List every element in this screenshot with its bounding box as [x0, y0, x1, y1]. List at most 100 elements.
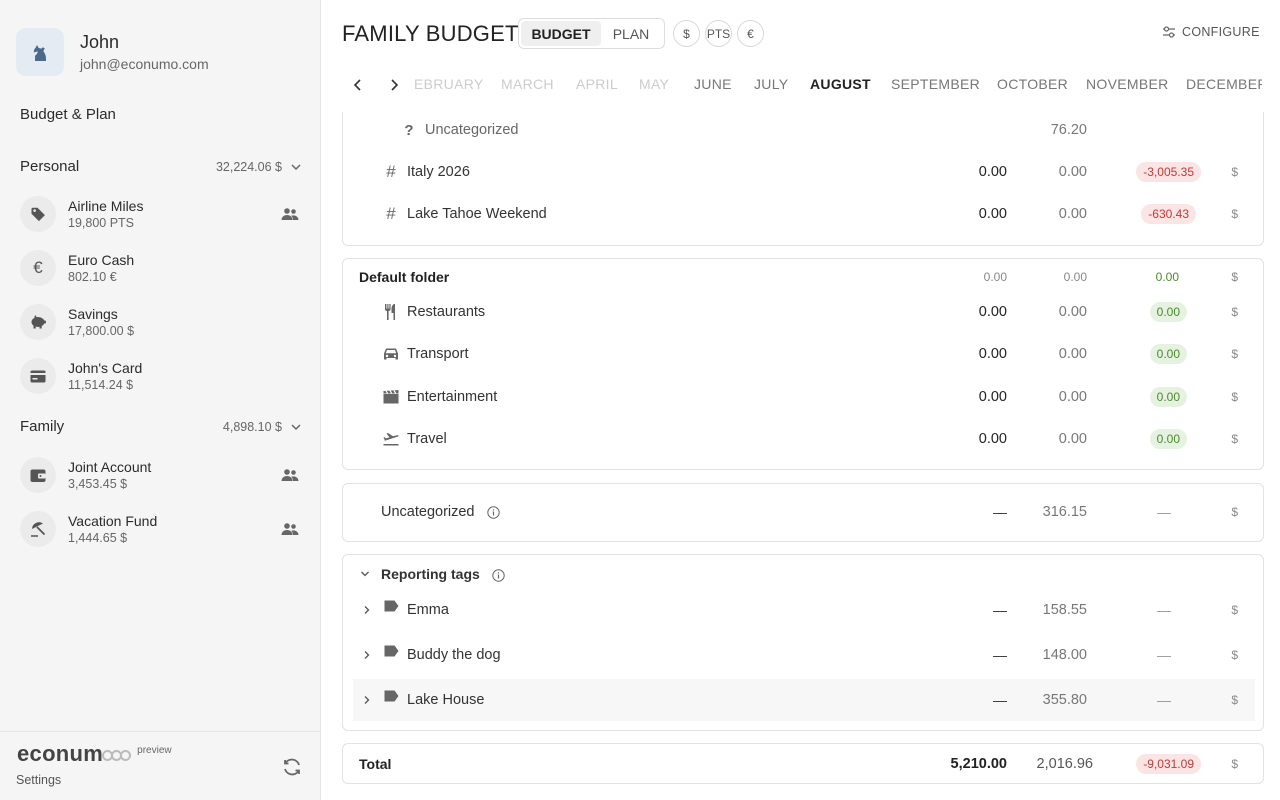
month-march[interactable]: MARCH [501, 76, 554, 92]
default-folder-card: Default folder 0.00 0.00 0.00 $ Restaura… [342, 258, 1264, 470]
account-group-family[interactable]: Family 4,898.10 $ [20, 418, 302, 435]
user-email: john@econumo.com [80, 56, 209, 72]
row-label: Entertainment [407, 389, 498, 405]
preview-label: preview [137, 745, 172, 756]
budget-plan-link[interactable]: Budget & Plan [20, 106, 116, 123]
refresh-button[interactable] [280, 755, 304, 779]
category-row-entertainment[interactable]: Entertainment 0.00 0.00 0.00 $ [343, 385, 1263, 409]
user-profile[interactable]: John john@econumo.com [16, 28, 209, 76]
mode-plan-button[interactable]: PLAN [601, 21, 661, 46]
currency-usd-button[interactable]: $ [673, 20, 700, 47]
account-euro-cash[interactable]: € Euro Cash 802.10 € [20, 246, 302, 290]
group-total: 32,224.06 $ [215, 159, 282, 174]
row-label: Restaurants [407, 304, 486, 320]
reporting-tag-row-emma[interactable]: Emma — 158.55 — $ [343, 598, 1263, 622]
info-icon[interactable] [486, 505, 500, 519]
month-february[interactable]: EBRUARY [414, 76, 484, 92]
available-badge: 0.00 [1149, 387, 1187, 407]
uncategorized-row[interactable]: Uncategorized — 316.15 — $ [343, 500, 1263, 524]
category-row-restaurants[interactable]: Restaurants 0.00 0.00 0.00 $ [343, 300, 1263, 324]
chess-knight-icon [33, 45, 46, 61]
month-april[interactable]: APRIL [576, 76, 618, 92]
page-title: FAMILY BUDGET [342, 21, 519, 46]
reporting-tags-header[interactable]: Reporting tags [343, 562, 1263, 586]
folder-title: Default folder [359, 269, 450, 285]
month-june[interactable]: JUNE [694, 76, 732, 92]
currency-eur-button[interactable]: € [737, 20, 764, 47]
shared-users-icon [281, 208, 299, 220]
spent-value: 76.20 [1050, 122, 1087, 138]
account-joint-account[interactable]: Joint Account 3,453.45 $ [20, 453, 302, 497]
refresh-icon [284, 758, 300, 776]
currency-label: $ [1231, 207, 1238, 221]
account-name: Euro Cash [68, 251, 135, 268]
available-value: — [1157, 602, 1171, 618]
month-may[interactable]: MAY [639, 76, 669, 92]
month-july[interactable]: JULY [754, 76, 788, 92]
account-group-personal[interactable]: Personal 32,224.06 $ [20, 158, 302, 175]
row-label: Buddy the dog [407, 647, 501, 663]
month-strip: EBRUARY MARCH APRIL MAY JUNE JULY AUGUST… [410, 76, 1262, 94]
currency-label: $ [1231, 432, 1238, 446]
category-row-transport[interactable]: Transport 0.00 0.00 0.00 $ [343, 342, 1263, 366]
budget-value[interactable]: 0.00 [979, 304, 1007, 320]
shared-users-icon [281, 469, 299, 481]
info-icon[interactable] [491, 569, 505, 582]
available-value: — [1157, 504, 1171, 520]
euro-icon: € [33, 258, 43, 277]
month-november[interactable]: NOVEMBER [1086, 76, 1169, 92]
next-month-button[interactable] [382, 75, 406, 95]
total-available-badge: -9,031.09 [1136, 754, 1201, 774]
chevron-right-icon[interactable] [361, 604, 373, 616]
configure-button[interactable]: CONFIGURE [1162, 25, 1260, 39]
reporting-tag-row-lake-house[interactable]: Lake House — 355.80 — $ [343, 688, 1263, 712]
car-icon [384, 348, 398, 360]
budget-value[interactable]: 0.00 [979, 206, 1007, 222]
currency-pts-button[interactable]: PTS [705, 20, 732, 47]
spent-value: 316.15 [1042, 504, 1087, 520]
app-logo: econum preview [17, 742, 172, 766]
row-label: Uncategorized [425, 122, 519, 138]
settings-link[interactable]: Settings [16, 773, 61, 787]
budget-value[interactable]: 0.00 [979, 389, 1007, 405]
currency-label: $ [1231, 505, 1238, 519]
reporting-tags-card: Reporting tags Emma — 158.55 — $ Buddy t… [342, 554, 1264, 731]
budget-value[interactable]: 0.00 [979, 431, 1007, 447]
mode-budget-button[interactable]: BUDGET [521, 21, 601, 46]
budget-value: — [993, 647, 1007, 663]
chevron-right-icon [391, 79, 399, 91]
available-value: — [1157, 647, 1171, 663]
category-row-uncategorized[interactable]: ? Uncategorized 76.20 [343, 118, 1263, 142]
month-september[interactable]: SEPTEMBER [891, 76, 980, 92]
budget-value[interactable]: 0.00 [979, 164, 1007, 180]
total-row: Total 5,210.00 2,016.96 -9,031.09 $ [343, 752, 1263, 776]
chevron-down-icon[interactable] [359, 568, 371, 580]
chevron-right-icon[interactable] [361, 649, 373, 661]
budget-value: — [993, 504, 1007, 520]
account-vacation-fund[interactable]: Vacation Fund 1,444.65 $ [20, 507, 302, 551]
group-name: Personal [20, 158, 80, 175]
chevron-right-icon[interactable] [361, 694, 373, 706]
account-johns-card[interactable]: John's Card 11,514.24 $ [20, 354, 302, 398]
month-october[interactable]: OCTOBER [997, 76, 1068, 92]
prev-month-button[interactable] [346, 75, 370, 95]
account-airline-miles[interactable]: Airline Miles 19,800 PTS [20, 192, 302, 236]
account-savings[interactable]: Savings 17,800.00 $ [20, 300, 302, 344]
tag-row-italy-2026[interactable]: # Italy 2026 0.00 0.00 -3,005.35 $ [343, 160, 1263, 184]
account-balance: 11,514.24 $ [68, 377, 134, 392]
tags-card: ? Uncategorized 76.20 # Italy 2026 0.00 … [342, 112, 1264, 246]
reporting-tag-row-buddy-the-dog[interactable]: Buddy the dog — 148.00 — $ [343, 643, 1263, 667]
budget-value[interactable]: 0.00 [979, 346, 1007, 362]
shared-users-icon [281, 523, 299, 535]
tag-row-lake-tahoe-weekend[interactable]: # Lake Tahoe Weekend 0.00 0.00 -630.43 $ [343, 202, 1263, 226]
month-august[interactable]: AUGUST [810, 76, 871, 92]
total-label: Total [359, 756, 392, 772]
piggy-bank-icon [31, 315, 46, 329]
category-row-travel[interactable]: Travel 0.00 0.00 0.00 $ [343, 427, 1263, 451]
spent-value: 0.00 [1058, 206, 1087, 222]
account-name: Vacation Fund [68, 512, 158, 529]
month-december[interactable]: DECEMBER [1186, 76, 1262, 92]
plane-icon [383, 433, 399, 446]
folder-header[interactable]: Default folder 0.00 0.00 0.00 $ [343, 265, 1263, 289]
row-label: Travel [407, 431, 447, 447]
